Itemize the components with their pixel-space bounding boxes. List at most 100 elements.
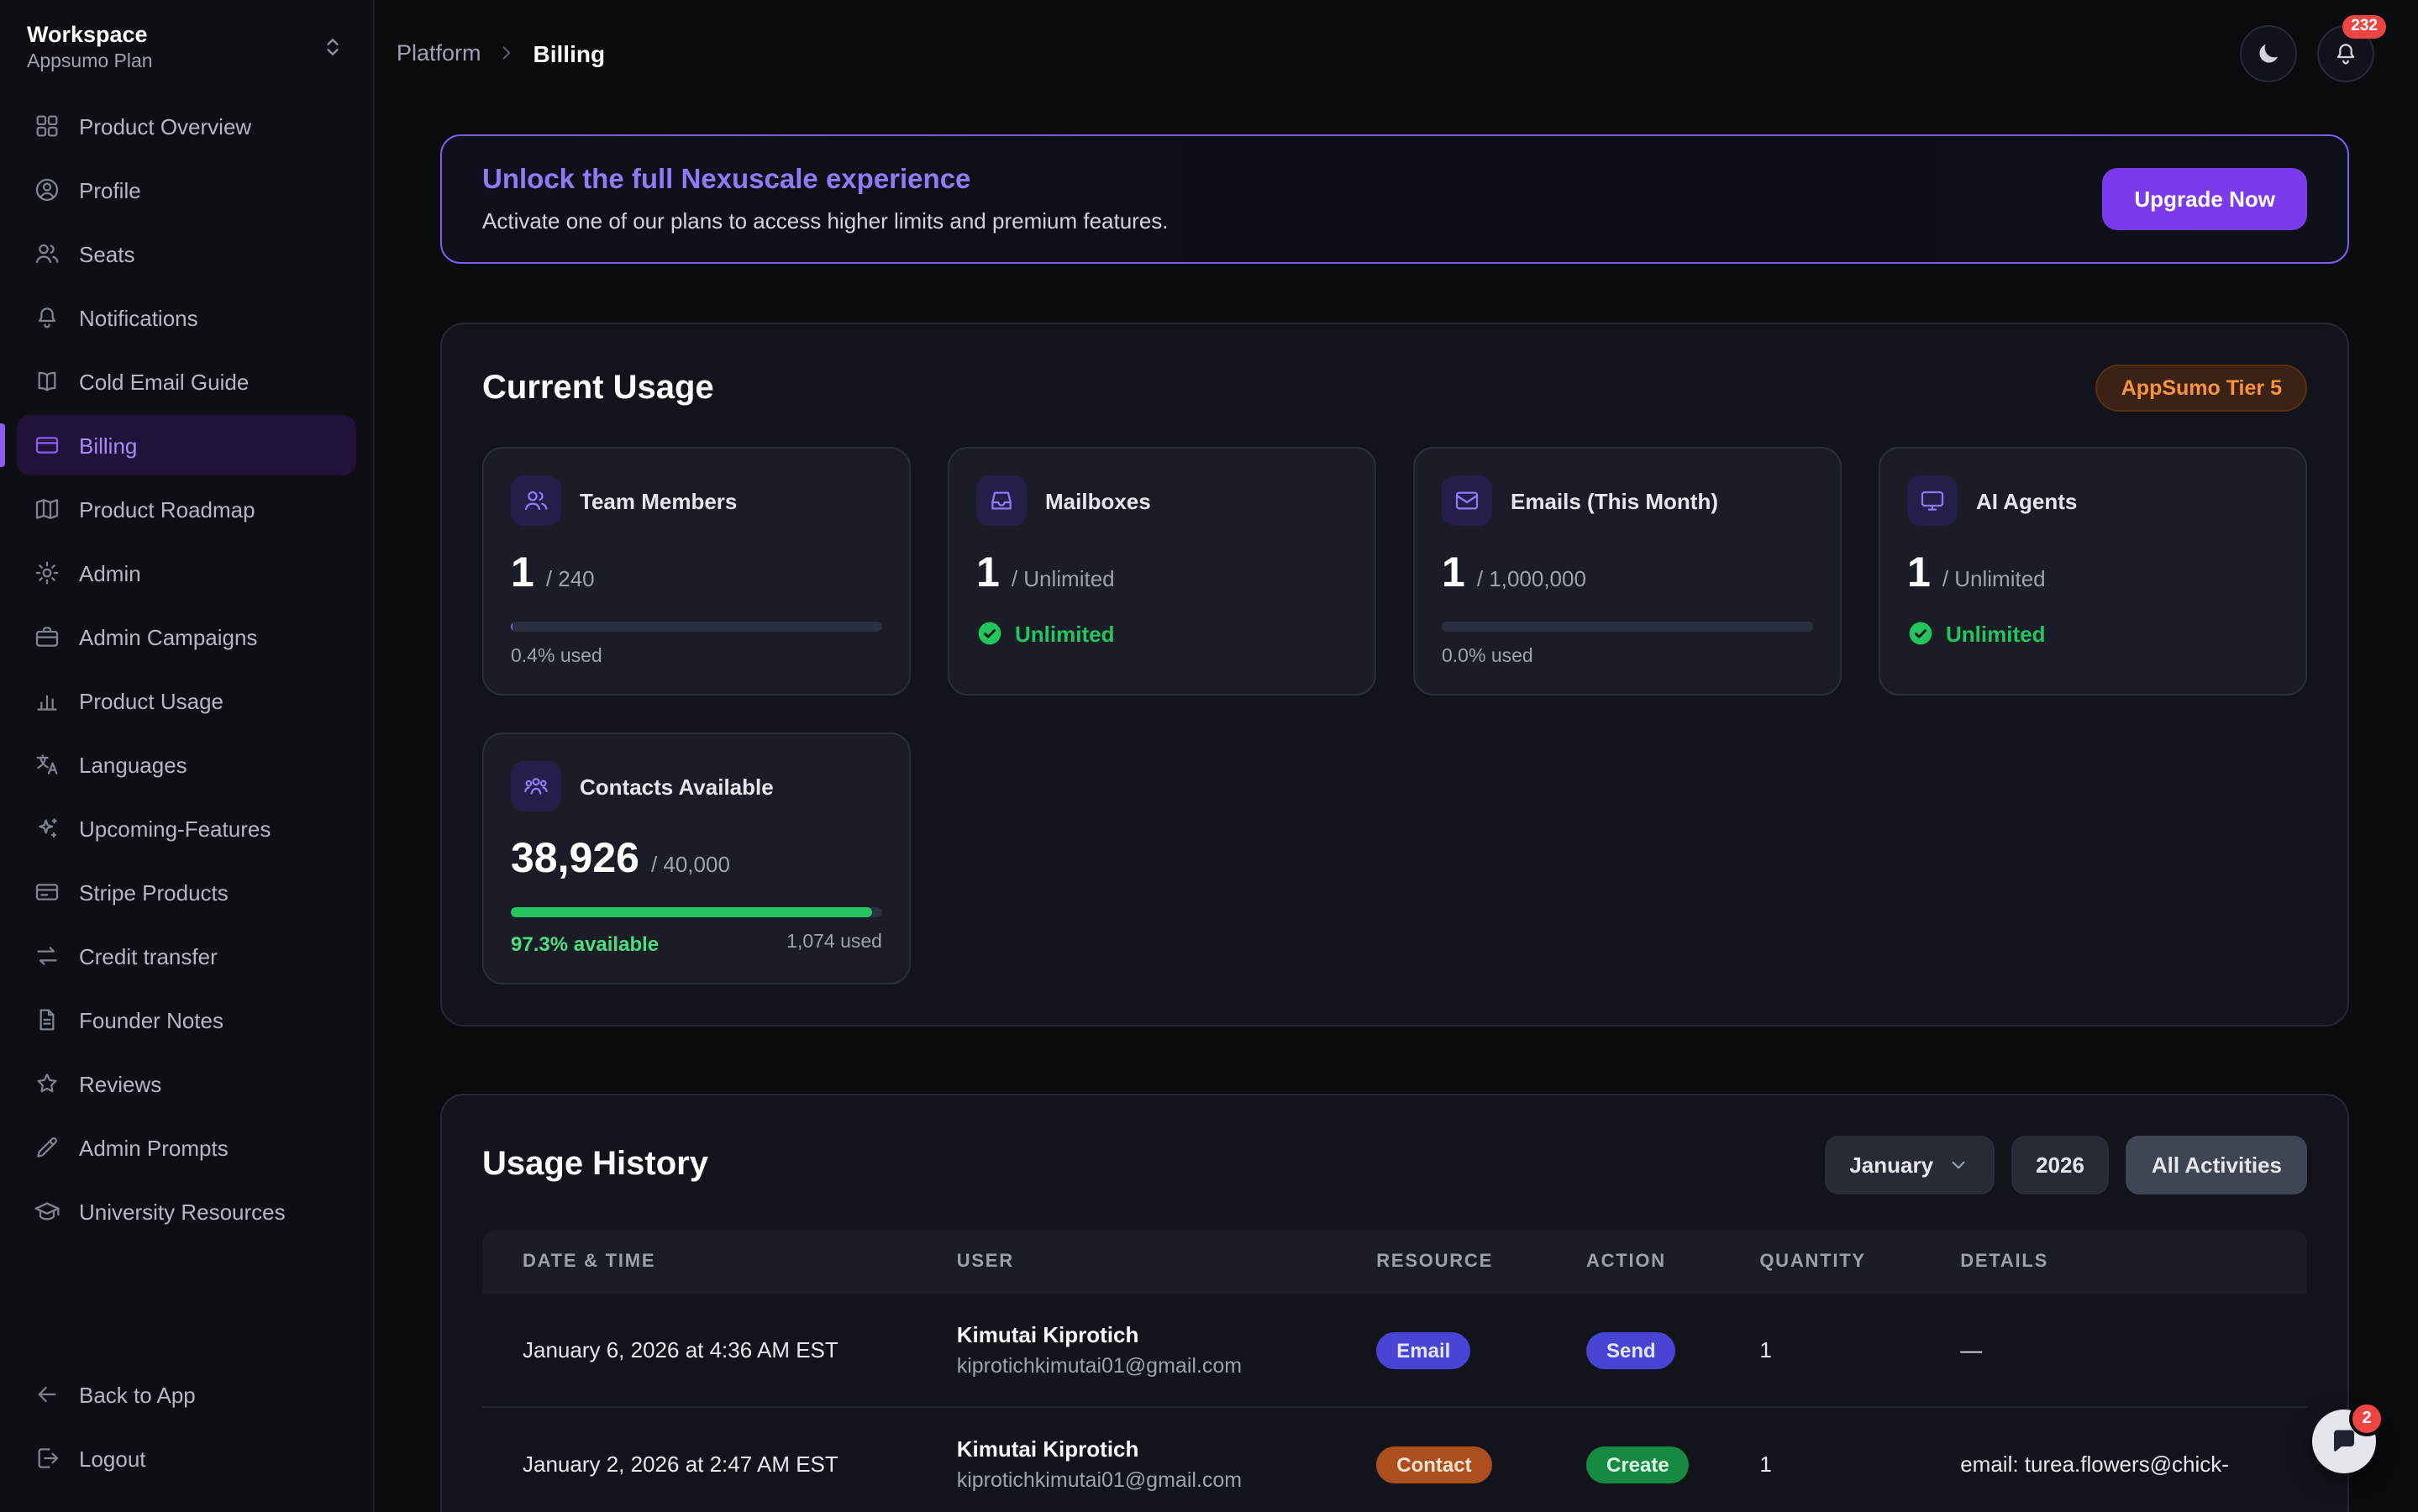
credit-card-icon xyxy=(34,432,60,459)
stat-limit: / Unlimited xyxy=(1942,566,2046,591)
contacts-progress-fill xyxy=(511,907,872,917)
sidebar-item-profile[interactable]: Profile xyxy=(17,160,356,220)
workspace-title: Workspace xyxy=(27,22,153,47)
unlimited-status: Unlimited xyxy=(1015,621,1114,646)
upgrade-banner-text: Unlock the full Nexuscale experience Act… xyxy=(482,165,1169,234)
upgrade-banner-subtitle: Activate one of our plans to access high… xyxy=(482,208,1169,234)
stat-limit: / 240 xyxy=(546,566,595,591)
team-members-progress-track xyxy=(511,622,882,632)
sidebar-item-credit-transfer[interactable]: Credit transfer xyxy=(17,926,356,986)
stat-label: Contacts Available xyxy=(580,774,774,799)
current-usage-header: Current Usage AppSumo Tier 5 xyxy=(482,365,2307,412)
sidebar-item-product-roadmap[interactable]: Product Roadmap xyxy=(17,479,356,539)
stat-label: Emails (This Month) xyxy=(1511,488,1718,513)
breadcrumb: Platform Billing xyxy=(397,39,605,66)
sidebar-spacer xyxy=(0,1242,373,1364)
sidebar-item-label: Seats xyxy=(79,241,135,266)
briefcase-icon xyxy=(34,623,60,650)
workspace-plan: Appsumo Plan xyxy=(27,52,153,72)
sidebar-item-label: Credit transfer xyxy=(79,943,218,969)
sidebar-item-product-overview[interactable]: Product Overview xyxy=(17,96,356,156)
sidebar-item-admin-prompts[interactable]: Admin Prompts xyxy=(17,1117,356,1178)
content: Unlock the full Nexuscale experience Act… xyxy=(375,106,2418,1512)
sidebar-item-upcoming-features[interactable]: Upcoming-Features xyxy=(17,798,356,858)
sidebar-item-billing[interactable]: Billing xyxy=(17,415,356,475)
current-usage-card: Current Usage AppSumo Tier 5 Team Member… xyxy=(440,323,2349,1026)
sidebar-item-label: Product Usage xyxy=(79,688,223,713)
sidebar-item-stripe-products[interactable]: Stripe Products xyxy=(17,862,356,922)
sidebar-item-admin-campaigns[interactable]: Admin Campaigns xyxy=(17,606,356,667)
col-quantity: QUANTITY xyxy=(1759,1230,1960,1294)
sidebar-item-languages[interactable]: Languages xyxy=(17,734,356,795)
sidebar-nav: Product Overview Profile Seats Notificat… xyxy=(0,86,373,1242)
action-badge: Send xyxy=(1586,1331,1676,1368)
user-email: kiprotichkimutai01@gmail.com xyxy=(957,1354,1377,1378)
sidebar-item-admin[interactable]: Admin xyxy=(17,543,356,603)
pencil-icon xyxy=(34,1134,60,1161)
sidebar-item-label: Cold Email Guide xyxy=(79,369,249,394)
star-icon xyxy=(34,1070,60,1097)
month-filter-value: January xyxy=(1849,1152,1933,1178)
transfer-arrows-icon xyxy=(34,942,60,969)
col-user: USER xyxy=(957,1230,1377,1294)
workspace-switcher[interactable]: Workspace Appsumo Plan xyxy=(0,0,373,86)
stat-value: 38,926 xyxy=(511,835,639,884)
emails-progress-track xyxy=(1442,622,1813,632)
sidebar-item-seats[interactable]: Seats xyxy=(17,223,356,284)
year-filter-button[interactable]: 2026 xyxy=(2011,1136,2110,1194)
stat-footer-text: 0.0% used xyxy=(1442,647,1533,667)
sidebar-item-university-resources[interactable]: University Resources xyxy=(17,1181,356,1242)
upgrade-now-button[interactable]: Upgrade Now xyxy=(2102,168,2307,230)
book-icon xyxy=(34,368,60,395)
stat-value: 1 xyxy=(976,549,1000,598)
usage-history-card: Usage History January 2026 All Activitie… xyxy=(440,1094,2349,1512)
moon-icon xyxy=(2255,39,2282,66)
logout-icon xyxy=(34,1445,60,1472)
sidebar-item-label: Admin Prompts xyxy=(79,1135,229,1160)
academic-cap-icon xyxy=(34,1198,60,1225)
sidebar-item-logout[interactable]: Logout xyxy=(17,1428,356,1488)
sidebar-item-product-usage[interactable]: Product Usage xyxy=(17,670,356,731)
grid-icon xyxy=(34,113,60,139)
resource-badge: Contact xyxy=(1376,1446,1491,1483)
contacts-used: 1,074 used xyxy=(786,932,882,956)
sidebar-item-reviews[interactable]: Reviews xyxy=(17,1053,356,1114)
sidebar-item-label: Logout xyxy=(79,1446,146,1471)
chat-widget-button[interactable]: 2 xyxy=(2312,1410,2376,1473)
stat-limit: / Unlimited xyxy=(1012,566,1115,591)
document-icon xyxy=(34,1006,60,1033)
breadcrumb-platform[interactable]: Platform xyxy=(397,40,481,66)
billing-dashboard: Workspace Appsumo Plan Product Overview … xyxy=(0,0,2418,1512)
sidebar-item-back-to-app[interactable]: Back to App xyxy=(17,1364,356,1425)
col-date-time: DATE & TIME xyxy=(482,1230,957,1294)
month-filter-dropdown[interactable]: January xyxy=(1824,1136,1994,1194)
theme-toggle-button[interactable] xyxy=(2240,24,2297,81)
translate-icon xyxy=(34,751,60,778)
contacts-group-icon xyxy=(511,761,561,811)
row-quantity: 1 xyxy=(1759,1309,1960,1391)
arrow-left-icon xyxy=(34,1381,60,1408)
gear-icon xyxy=(34,559,60,586)
row-details: email: turea.flowers@chick- xyxy=(1960,1423,2307,1505)
stat-limit: / 1,000,000 xyxy=(1477,566,1586,591)
activity-filter-button[interactable]: All Activities xyxy=(2126,1136,2307,1194)
sidebar-item-cold-email-guide[interactable]: Cold Email Guide xyxy=(17,351,356,412)
sidebar-item-notifications[interactable]: Notifications xyxy=(17,287,356,348)
resource-badge: Email xyxy=(1376,1331,1470,1368)
sidebar-item-founder-notes[interactable]: Founder Notes xyxy=(17,990,356,1050)
check-circle-icon xyxy=(1907,620,1934,647)
monitor-icon xyxy=(1907,475,1958,526)
sidebar-item-label: Languages xyxy=(79,752,187,777)
bell-icon xyxy=(34,304,60,331)
notifications-button[interactable]: 232 xyxy=(2317,24,2374,81)
table-row: January 2, 2026 at 2:47 AM EST Kimutai K… xyxy=(482,1408,2307,1512)
stat-ai-agents: AI Agents 1 / Unlimited Unlimited xyxy=(1879,447,2307,696)
row-action: Create xyxy=(1586,1417,1759,1511)
sidebar-item-label: Notifications xyxy=(79,305,198,330)
check-circle-icon xyxy=(976,620,1003,647)
stat-team-members: Team Members 1 / 240 0.4% used xyxy=(482,447,911,696)
sparkles-icon xyxy=(34,815,60,842)
main-area: Platform Billing 232 Unlock the full Nex… xyxy=(375,0,2418,1512)
stat-mailboxes: Mailboxes 1 / Unlimited Unlimited xyxy=(948,447,1376,696)
bar-chart-icon xyxy=(34,687,60,714)
